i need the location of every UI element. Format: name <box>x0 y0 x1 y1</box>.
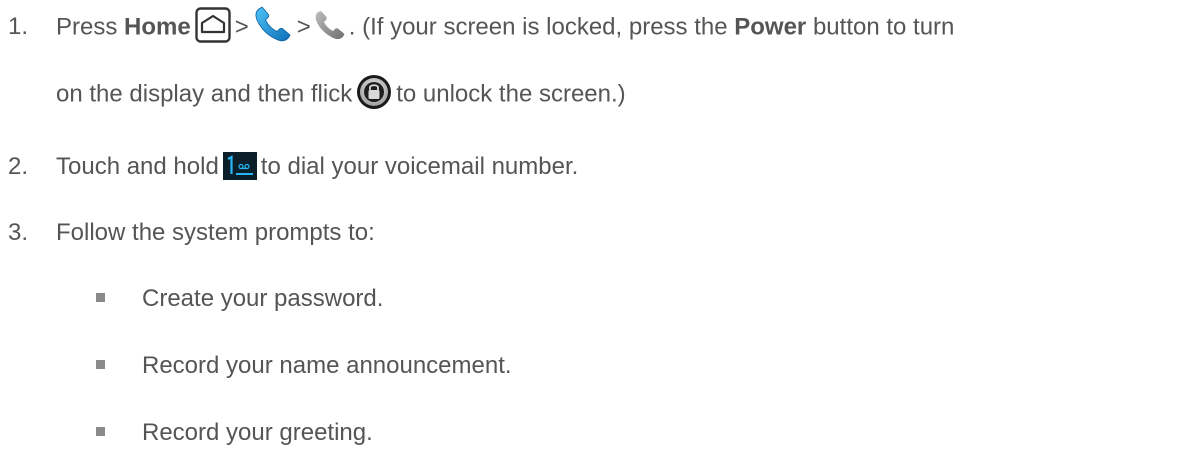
separator: > <box>296 13 311 41</box>
phone-app-icon <box>255 6 291 42</box>
list-item: Record your greeting. <box>96 418 373 448</box>
step-number: 2. <box>8 153 29 180</box>
list-item: Create your password. <box>96 284 383 314</box>
step-1: 1. Press Home > > . (If your screen is lo… <box>8 6 955 47</box>
home-key-label: Home <box>124 13 191 41</box>
list-item: Record your name announcement. <box>96 351 512 381</box>
bullet-marker <box>96 427 105 437</box>
separator: > <box>234 13 249 41</box>
step-number: 1. <box>8 13 29 41</box>
step-2: 2. Touch and hold to dial your voicemail … <box>8 151 579 182</box>
step-text: button to turn <box>812 13 955 41</box>
list-item-text: Record your name announcement. <box>142 352 512 379</box>
list-item-text: Create your password. <box>142 285 384 312</box>
step-3: 3. Follow the system prompts to: <box>8 218 375 248</box>
step-text: . (If your screen is locked, press the <box>348 13 728 41</box>
power-button-label: Power <box>734 13 807 41</box>
step-text: on the display and then flick <box>56 80 353 108</box>
list-item-text: Record your greeting. <box>142 419 373 446</box>
step-number: 3. <box>8 219 29 246</box>
bullet-marker <box>96 293 105 303</box>
step-text: to dial your voicemail number. <box>260 153 579 180</box>
lock-ring-icon <box>357 75 392 109</box>
dialpad-1-voicemail-key-icon <box>222 151 257 180</box>
step-text: to unlock the screen.) <box>396 80 626 108</box>
phone-tab-icon <box>315 11 345 40</box>
step-text: Press <box>56 13 118 41</box>
step-1-continuation: on the display and then flick to unlock … <box>56 75 626 113</box>
step-text: Touch and hold <box>56 153 219 180</box>
bullet-marker <box>96 360 105 370</box>
instruction-document: 1. Press Home > > . (If your screen is lo… <box>0 0 1186 460</box>
home-key-icon <box>195 7 231 43</box>
step-text: Follow the system prompts to: <box>56 219 375 246</box>
